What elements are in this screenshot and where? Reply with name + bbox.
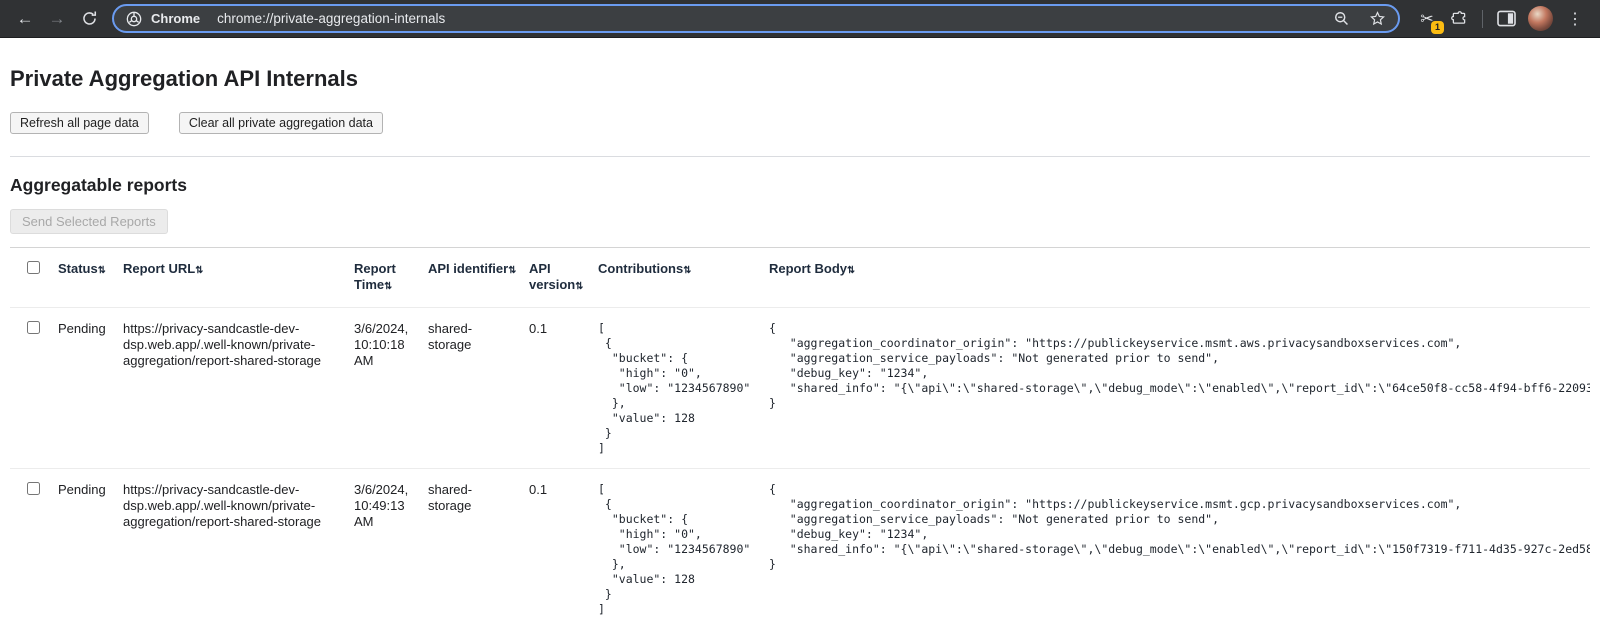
menu-kebab-icon[interactable]: ⋮ <box>1560 4 1590 34</box>
cell-api-identifier: shared- storage <box>428 469 529 623</box>
cell-contributions: [ { "bucket": { "high": "0", "low": "123… <box>598 308 769 469</box>
table-row: Pending https://privacy-sandcastle-dev- … <box>10 308 1590 469</box>
extension-badge: 1 <box>1431 21 1444 34</box>
header-report-body[interactable]: Report Body⇅ <box>769 248 1590 308</box>
header-api-identifier[interactable]: API identifier⇅ <box>428 248 529 308</box>
cell-api-version: 0.1 <box>529 308 598 469</box>
reload-button[interactable] <box>74 4 104 34</box>
refresh-all-button[interactable]: Refresh all page data <box>10 112 149 134</box>
header-status[interactable]: Status⇅ <box>58 248 123 308</box>
table-header-row: Status⇅ Report URL⇅ Report Time⇅ API ide… <box>10 248 1590 308</box>
aggregatable-reports-title: Aggregatable reports <box>10 175 1590 196</box>
cell-api-identifier: shared- storage <box>428 308 529 469</box>
profile-avatar[interactable] <box>1528 6 1553 31</box>
sort-icon: ⇅ <box>508 265 515 276</box>
cell-api-version: 0.1 <box>529 469 598 623</box>
row-checkbox[interactable] <box>27 321 40 334</box>
cell-report-url: https://privacy-sandcastle-dev- dsp.web.… <box>123 308 354 469</box>
zoom-icon[interactable] <box>1333 10 1350 27</box>
send-selected-reports-button[interactable]: Send Selected Reports <box>10 209 168 234</box>
back-button[interactable]: ← <box>10 4 40 34</box>
header-api-version[interactable]: API version⇅ <box>529 248 598 308</box>
row-checkbox[interactable] <box>27 482 40 495</box>
page-title: Private Aggregation API Internals <box>10 66 1590 92</box>
section-divider <box>10 156 1590 157</box>
reports-table: Status⇅ Report URL⇅ Report Time⇅ API ide… <box>10 247 1590 623</box>
browser-toolbar: ← → Chrome chrome://private-aggregation-… <box>0 0 1600 38</box>
clear-all-button[interactable]: Clear all private aggregation data <box>179 112 383 134</box>
sort-icon: ⇅ <box>847 265 854 276</box>
cell-contributions: [ { "bucket": { "high": "0", "low": "123… <box>598 469 769 623</box>
table-row: Pending https://privacy-sandcastle-dev- … <box>10 469 1590 623</box>
header-report-time[interactable]: Report Time⇅ <box>354 248 428 308</box>
page-content: Private Aggregation API Internals Refres… <box>0 66 1600 623</box>
top-button-row: Refresh all page data Clear all private … <box>10 112 1590 134</box>
cell-report-body: { "aggregation_coordinator_origin": "htt… <box>769 469 1590 623</box>
cell-report-url: https://privacy-sandcastle-dev- dsp.web.… <box>123 469 354 623</box>
cell-report-body: { "aggregation_coordinator_origin": "htt… <box>769 308 1590 469</box>
reload-icon <box>81 10 98 27</box>
cell-report-time: 3/6/2024, 10:10:18 AM <box>354 308 428 469</box>
cell-status: Pending <box>58 469 123 623</box>
url-text[interactable]: chrome://private-aggregation-internals <box>217 11 1314 26</box>
extension-scissors-icon[interactable]: ✂ 1 <box>1412 4 1442 34</box>
cell-report-time: 3/6/2024, 10:49:13 AM <box>354 469 428 623</box>
chrome-product-label: Chrome <box>151 11 200 26</box>
sort-icon: ⇅ <box>98 265 105 276</box>
cell-status: Pending <box>58 308 123 469</box>
header-contributions[interactable]: Contributions⇅ <box>598 248 769 308</box>
sort-icon: ⇅ <box>384 281 391 292</box>
sort-icon: ⇅ <box>575 281 582 292</box>
chrome-logo-icon <box>126 11 142 27</box>
bookmark-star-icon[interactable] <box>1369 10 1386 27</box>
address-bar[interactable]: Chrome chrome://private-aggregation-inte… <box>112 4 1400 33</box>
forward-button[interactable]: → <box>42 4 72 34</box>
extensions-puzzle-icon[interactable] <box>1444 4 1474 34</box>
sort-icon: ⇅ <box>683 265 690 276</box>
sort-icon: ⇅ <box>195 265 202 276</box>
side-panel-icon[interactable] <box>1491 4 1521 34</box>
select-all-checkbox[interactable] <box>27 261 40 274</box>
toolbar-separator <box>1482 10 1483 28</box>
header-report-url[interactable]: Report URL⇅ <box>123 248 354 308</box>
